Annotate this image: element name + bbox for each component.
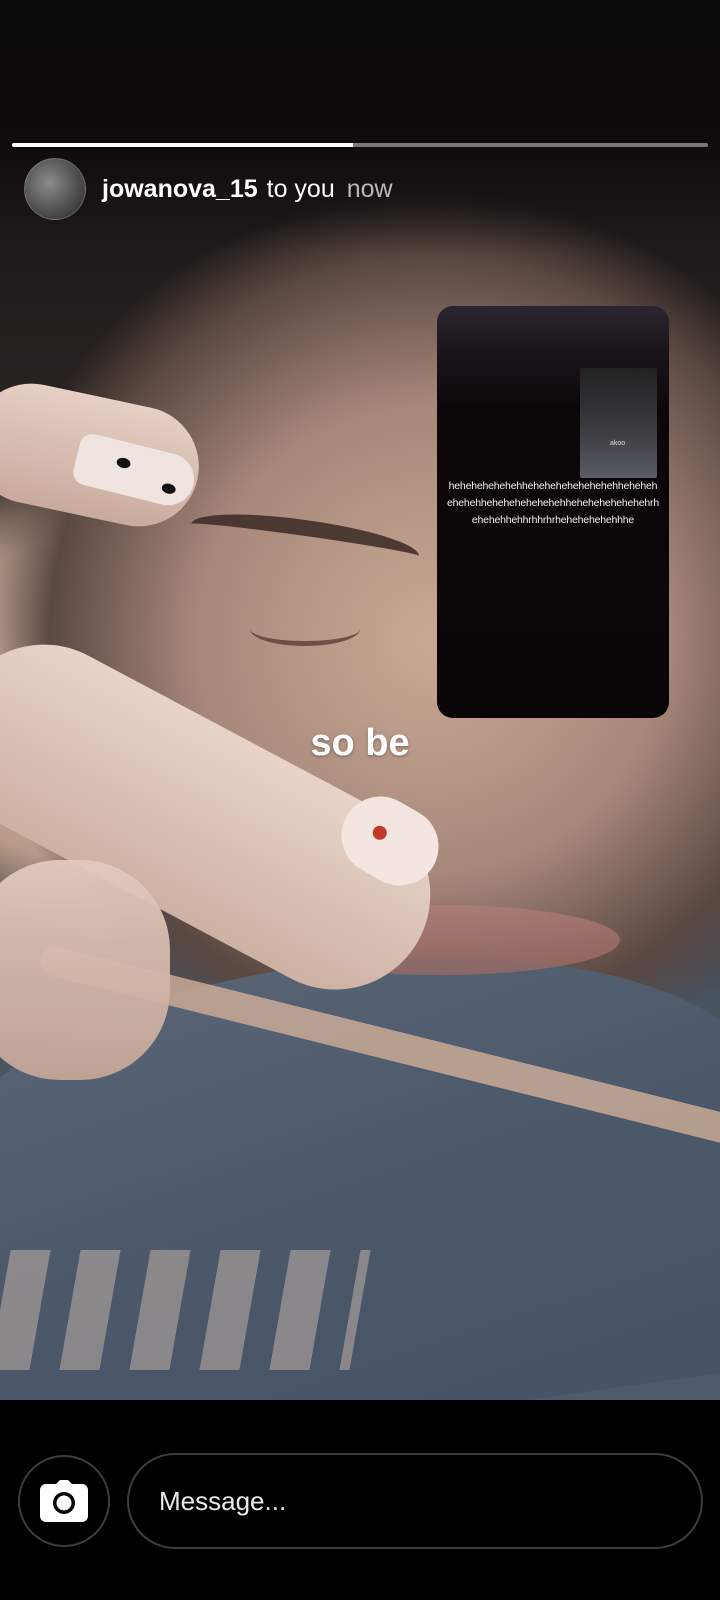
- story-header: jowanova_15 to you now: [24, 158, 393, 220]
- eyebrow: [188, 504, 422, 576]
- recipient-label: to you: [266, 174, 335, 203]
- camera-icon: [40, 1480, 88, 1522]
- embedded-thumbnail-label: akoo: [610, 440, 626, 447]
- timestamp: now: [346, 174, 393, 203]
- camera-button[interactable]: [18, 1455, 110, 1547]
- story-progress-fill: [12, 143, 354, 147]
- message-input[interactable]: [127, 1453, 703, 1549]
- story-progress-bar: [12, 143, 708, 147]
- finger-lower: [0, 860, 170, 1080]
- closed-eye: [250, 612, 360, 646]
- embedded-story-text: hehehehehehehhehehehehehehehehhehehehehe…: [447, 480, 659, 526]
- shirt-print: [0, 1250, 371, 1370]
- embedded-thumbnail: akoo: [580, 368, 657, 478]
- username[interactable]: jowanova_15: [102, 175, 258, 204]
- story-caption: so be: [310, 722, 410, 764]
- embedded-story-card[interactable]: akoo hehehehehehehhehehehehehehehehheheh…: [437, 306, 669, 718]
- avatar[interactable]: [24, 158, 86, 220]
